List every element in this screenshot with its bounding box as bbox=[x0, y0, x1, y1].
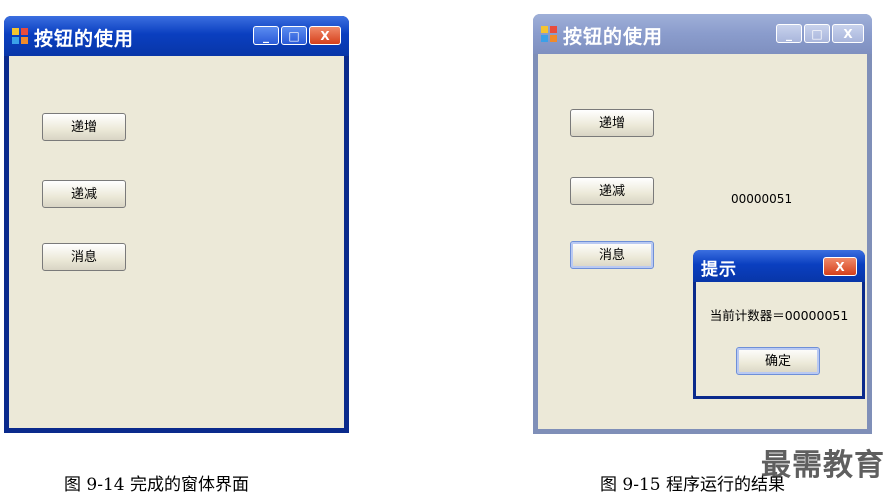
minimize-icon: _ bbox=[263, 28, 269, 43]
decrement-button[interactable]: 递减 bbox=[42, 180, 126, 208]
watermark: 最需教育 bbox=[761, 448, 885, 483]
dialog-client-area: 当前计数器＝00000051 确定 bbox=[696, 282, 862, 396]
counter-label: 00000051 bbox=[731, 192, 793, 206]
title-bar[interactable]: 按钮的使用 _ □ X bbox=[533, 14, 872, 54]
window-form-design: 按钮的使用 _ □ X 递增 递减 消息 bbox=[4, 16, 349, 433]
increment-button[interactable]: 递增 bbox=[570, 109, 654, 137]
close-icon: X bbox=[843, 26, 853, 41]
window-title: 按钮的使用 bbox=[34, 28, 135, 50]
minimize-button[interactable]: _ bbox=[253, 26, 279, 45]
close-icon: X bbox=[835, 259, 845, 274]
message-button[interactable]: 消息 bbox=[42, 243, 126, 271]
close-button[interactable]: X bbox=[309, 26, 341, 45]
increment-button[interactable]: 递增 bbox=[42, 113, 126, 141]
message-button[interactable]: 消息 bbox=[570, 241, 654, 269]
maximize-icon: □ bbox=[288, 28, 300, 43]
form-client-area: 递增 递减 消息 bbox=[9, 56, 344, 428]
dialog-message: 当前计数器＝00000051 bbox=[709, 308, 849, 323]
close-button[interactable]: X bbox=[832, 24, 864, 43]
maximize-button[interactable]: □ bbox=[281, 26, 307, 45]
close-icon: X bbox=[320, 28, 330, 43]
app-icon bbox=[541, 26, 557, 42]
dialog-title-bar[interactable]: 提示 X bbox=[693, 250, 865, 282]
minimize-icon: _ bbox=[786, 26, 792, 41]
app-icon bbox=[12, 28, 28, 44]
dialog-title: 提示 bbox=[701, 260, 737, 280]
maximize-icon: □ bbox=[811, 26, 823, 41]
title-bar[interactable]: 按钮的使用 _ □ X bbox=[4, 16, 349, 56]
figure-caption-2: 图 9-15 程序运行的结果 bbox=[600, 475, 785, 495]
window-title: 按钮的使用 bbox=[563, 26, 664, 48]
message-dialog: 提示 X 当前计数器＝00000051 确定 bbox=[693, 250, 865, 399]
decrement-button[interactable]: 递减 bbox=[570, 177, 654, 205]
dialog-close-button[interactable]: X bbox=[823, 257, 857, 276]
maximize-button[interactable]: □ bbox=[804, 24, 830, 43]
minimize-button[interactable]: _ bbox=[776, 24, 802, 43]
figure-caption-1: 图 9-14 完成的窗体界面 bbox=[64, 475, 249, 495]
ok-button[interactable]: 确定 bbox=[736, 347, 820, 375]
